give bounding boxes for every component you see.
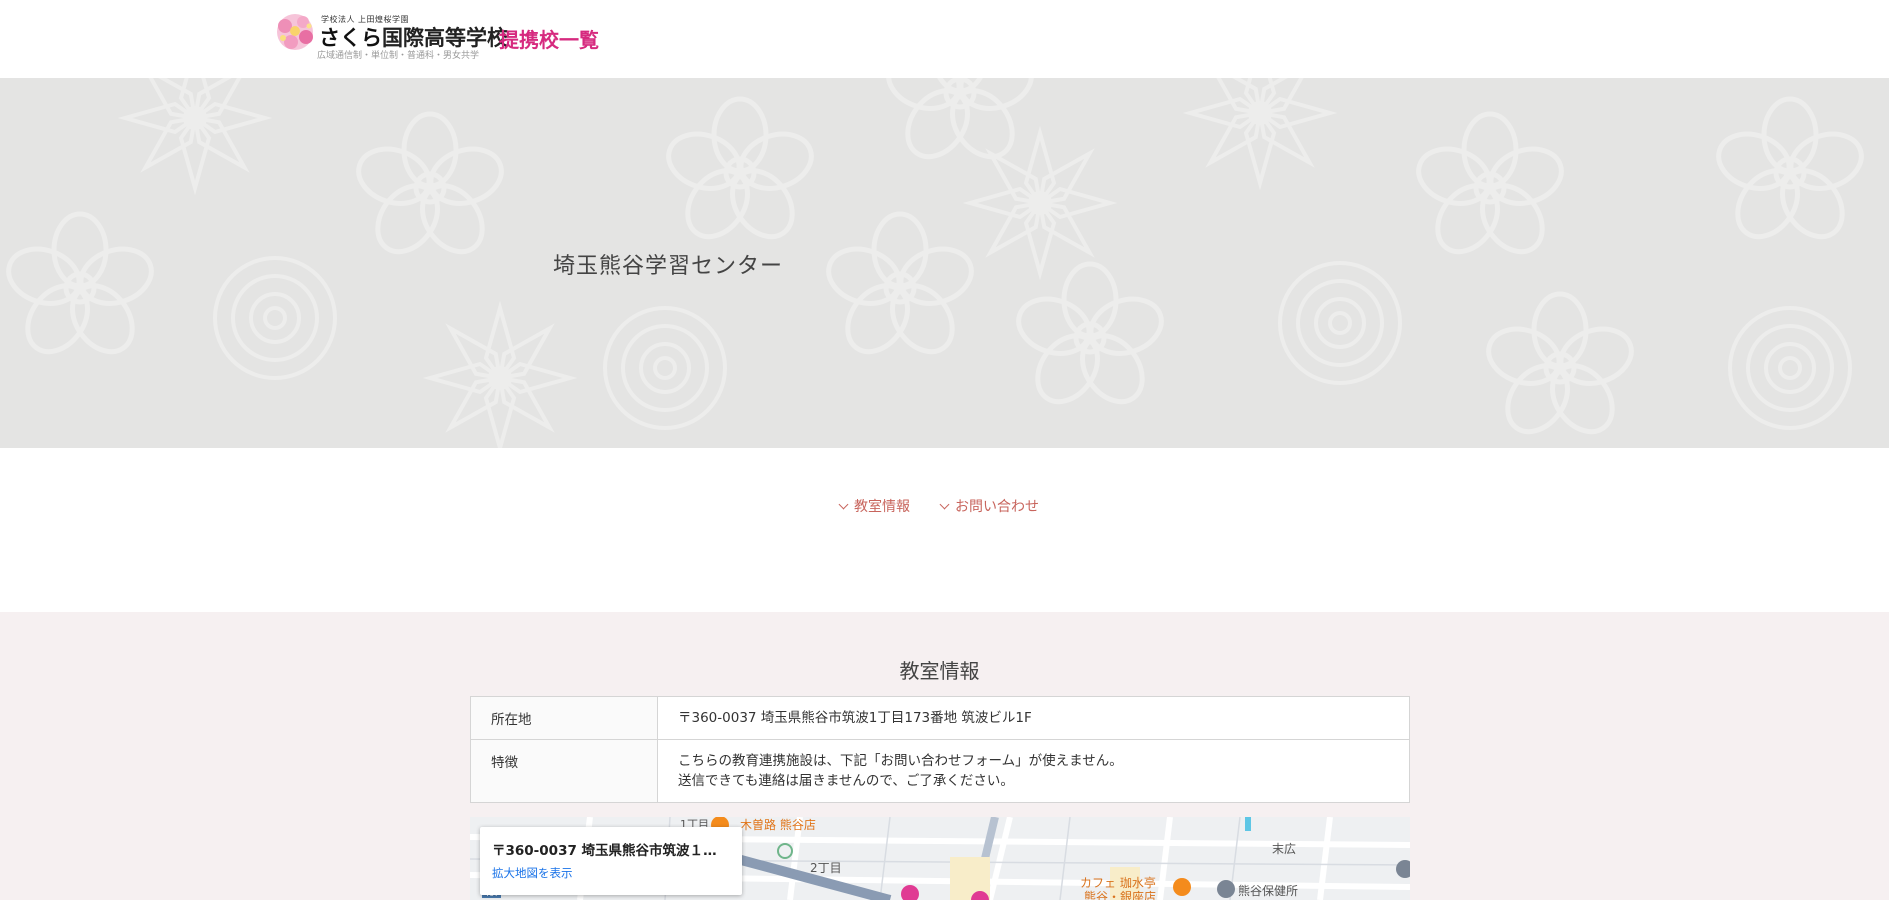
chevron-down-icon <box>939 499 950 510</box>
view-larger-map-link[interactable]: 拡大地図を表示 <box>492 865 730 881</box>
hero-banner: 埼玉熊谷学習センター <box>0 78 1889 448</box>
section-title: 教室情報 <box>899 659 980 683</box>
logo-name: 国際高等学校 <box>382 26 508 50</box>
map-info-card: 〒360-0037 埼玉県熊谷市筑波１丁... 拡大地図を表示 <box>480 827 742 895</box>
map-label-block: 2丁目 <box>810 861 842 875</box>
row-value-address: 〒360-0037 埼玉県熊谷市筑波1丁目173番地 筑波ビル1F <box>657 696 1410 740</box>
features-line: 送信できても連絡は届きませんので、ご了承ください。 <box>678 773 1014 789</box>
page-title: 埼玉熊谷学習センター <box>553 254 784 279</box>
anchor-navigation: 教室情報 お問い合わせ <box>0 448 1889 612</box>
building-pin-icon <box>1217 880 1235 898</box>
anchor-link-contact[interactable]: お問い合わせ <box>939 496 1039 516</box>
map-card-address: 〒360-0037 埼玉県熊谷市筑波１丁... <box>492 843 730 859</box>
map-label-health-center: 熊谷保健所 <box>1238 884 1299 898</box>
logo-kana: さくら <box>319 26 382 50</box>
sakura-logo-icon <box>277 14 313 50</box>
table-row-features: 特徴 こちらの教育連携施設は、下記「お問い合わせフォーム」が使えません。 送信で… <box>470 739 1410 803</box>
school-logo[interactable]: 学校法人 上田煌桜学園 さくら国際高等学校 広域通信制・単位制・普通科・男女共学… <box>273 12 613 64</box>
anchor-link-label: お問い合わせ <box>955 499 1039 515</box>
map-label-cafe: 熊谷・銀座店 <box>1084 890 1157 900</box>
chevron-down-icon <box>838 499 849 510</box>
classroom-info-table: 所在地 〒360-0037 埼玉県熊谷市筑波1丁目173番地 筑波ビル1F 特徴… <box>470 696 1410 803</box>
logo-subtitle: 広域通信制・単位制・普通科・男女共学 <box>317 51 480 61</box>
row-label: 所在地 <box>470 696 658 740</box>
flower-pattern-background <box>0 78 1889 448</box>
map-label-district: 末広 <box>1272 842 1297 856</box>
cafe-pin-icon <box>1173 878 1191 896</box>
partner-schools-label[interactable]: 提携校一覧 <box>499 24 599 53</box>
features-line: こちらの教育連携施設は、下記「お問い合わせフォーム」が使えません。 <box>678 753 1123 769</box>
table-row-address: 所在地 〒360-0037 埼玉県熊谷市筑波1丁目173番地 筑波ビル1F <box>470 696 1410 740</box>
row-label: 特徴 <box>470 739 658 803</box>
site-header: 学校法人 上田煌桜学園 さくら国際高等学校 広域通信制・単位制・普通科・男女共学… <box>0 0 1889 78</box>
anchor-link-classroom-info[interactable]: 教室情報 <box>838 496 910 516</box>
row-value-features: こちらの教育連携施設は、下記「お問い合わせフォーム」が使えません。 送信できても… <box>657 739 1410 803</box>
anchor-link-label: 教室情報 <box>854 499 910 515</box>
embedded-map[interactable]: 木曽路 熊谷店 1丁目 2丁目 カフェ 珈水亭 熊谷・銀座店 末広 熊谷保健所 … <box>470 817 1410 900</box>
map-label-restaurant: 木曽路 熊谷店 <box>740 818 816 832</box>
